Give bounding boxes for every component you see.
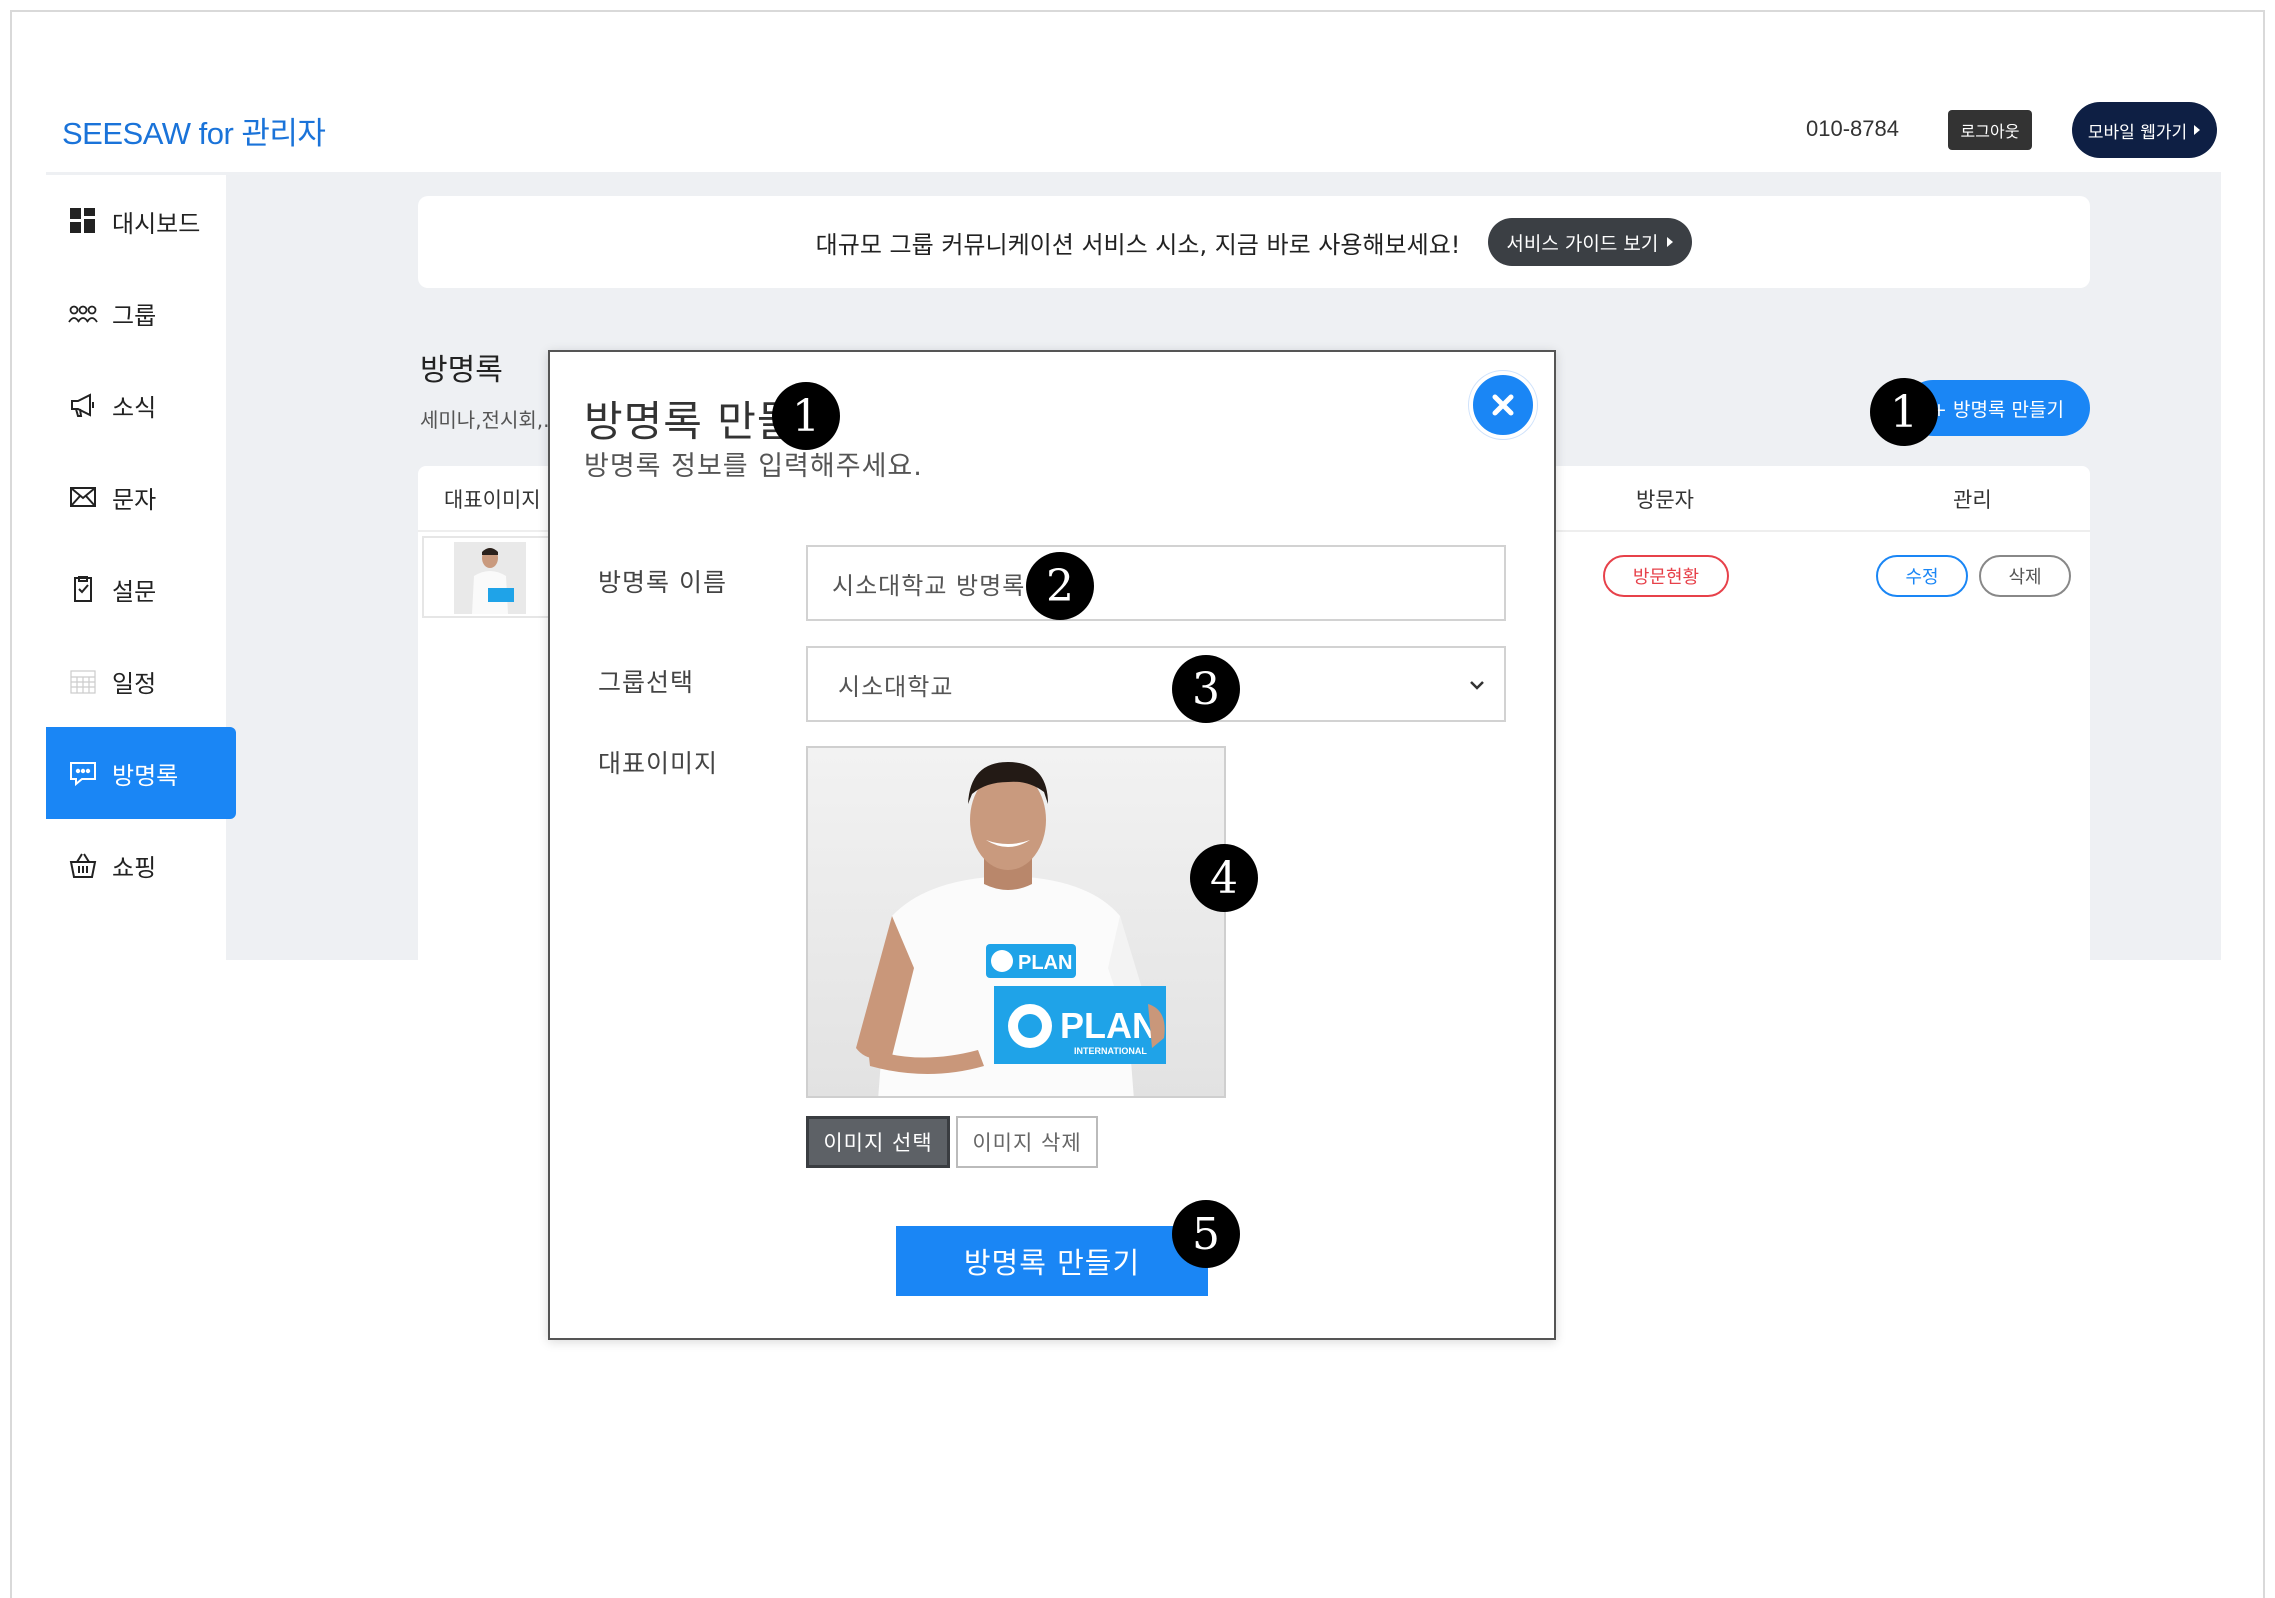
sidebar-item-label: 일정	[112, 669, 157, 698]
sidebar-item-label: 방명록	[112, 761, 179, 790]
group-select-value: 시소대학교	[838, 672, 954, 701]
mail-icon	[70, 487, 96, 507]
user-phone: 010-8784	[1806, 116, 1899, 141]
sidebar-item-label: 그룹	[112, 301, 157, 330]
select-image-button[interactable]: 이미지 선택	[806, 1116, 950, 1168]
chevron-down-icon	[1470, 681, 1484, 690]
logout-button[interactable]: 로그아웃	[1948, 110, 2032, 150]
step-marker-1: 1	[772, 382, 840, 450]
modal-close-button[interactable]	[1469, 371, 1537, 439]
close-icon	[1492, 394, 1514, 416]
column-header-image: 대표이미지	[444, 488, 541, 512]
step-marker-3: 3	[1172, 655, 1240, 723]
page: SEESAW for 관리자 010-8784 로그아웃 모바일 웹가기 대시보…	[0, 0, 2275, 1598]
sidebar-item-news[interactable]: 소식	[46, 359, 236, 451]
delete-button[interactable]: 삭제	[1979, 555, 2071, 597]
visit-status-button[interactable]: 방문현황	[1603, 555, 1729, 597]
sidebar-item-survey[interactable]: 설문	[46, 543, 236, 635]
guestbook-name-input[interactable]	[806, 545, 1506, 621]
survey-icon	[74, 576, 92, 602]
step-marker-4: 4	[1190, 844, 1258, 912]
delete-image-button[interactable]: 이미지 삭제	[956, 1116, 1098, 1168]
sidebar-item-guestbook[interactable]: 방명록	[46, 727, 236, 819]
sidebar-item-label: 쇼핑	[112, 853, 157, 882]
group-icon	[68, 305, 98, 323]
dashboard-icon	[70, 208, 95, 233]
mobile-web-button[interactable]: 모바일 웹가기	[2072, 102, 2217, 158]
step-marker-1-top-button: 1	[1870, 378, 1938, 446]
caret-right-icon	[2194, 125, 2201, 135]
sidebar-item-message[interactable]: 문자	[46, 451, 236, 543]
group-select[interactable]: 시소대학교	[806, 646, 1506, 722]
sign-text: PLAN	[1060, 1005, 1158, 1046]
page-title: 방명록	[420, 353, 503, 388]
step-marker-2: 2	[1026, 552, 1094, 620]
edit-button[interactable]: 수정	[1876, 555, 1968, 597]
sidebar-item-label: 문자	[112, 485, 157, 514]
modal-subtitle: 방명록 정보를 입력해주세요.	[584, 451, 923, 482]
megaphone-icon	[71, 393, 94, 417]
column-header-manage: 관리	[1953, 488, 1992, 512]
page-description: 세미나,전시회,...	[420, 408, 550, 432]
promo-banner: 대규모 그룹 커뮤니케이션 서비스 시소, 지금 바로 사용해보세요! 서비스 …	[418, 196, 2090, 288]
sidebar-item-label: 소식	[112, 393, 157, 422]
submit-create-button[interactable]: 방명록 만들기	[896, 1226, 1208, 1296]
sign-subtext: INTERNATIONAL	[1074, 1046, 1147, 1056]
sidebar-item-dashboard[interactable]: 대시보드	[46, 175, 236, 267]
thumbnail-image	[454, 542, 526, 614]
shirt-logo-text: PLAN	[1018, 952, 1072, 974]
sidebar-item-shopping[interactable]: 쇼핑	[46, 819, 236, 911]
service-guide-button[interactable]: 서비스 가이드 보기	[1488, 218, 1693, 266]
step-marker-5: 5	[1172, 1200, 1240, 1268]
mobile-web-label: 모바일 웹가기	[2087, 122, 2188, 143]
guestbook-icon	[70, 762, 96, 787]
name-label: 방명록 이름	[598, 568, 727, 597]
sidebar-item-label: 대시보드	[112, 209, 201, 238]
group-label: 그룹선택	[598, 668, 695, 697]
banner-text: 대규모 그룹 커뮤니케이션 서비스 시소, 지금 바로 사용해보세요!	[815, 230, 1461, 259]
image-label: 대표이미지	[598, 749, 719, 778]
basket-icon	[69, 853, 97, 878]
calendar-icon	[70, 670, 96, 694]
sidebar-item-schedule[interactable]: 일정	[46, 635, 236, 727]
service-guide-label: 서비스 가이드 보기	[1506, 232, 1659, 255]
brand-logo[interactable]: SEESAW for 관리자	[62, 108, 326, 153]
sidebar-item-group[interactable]: 그룹	[46, 267, 236, 359]
row-thumbnail	[422, 536, 554, 618]
column-header-visitors: 방문자	[1636, 488, 1694, 512]
caret-right-icon	[1667, 237, 1674, 247]
representative-image: PLAN PLAN INTERNATIONAL	[806, 746, 1226, 1098]
sidebar-item-label: 설문	[112, 577, 157, 606]
